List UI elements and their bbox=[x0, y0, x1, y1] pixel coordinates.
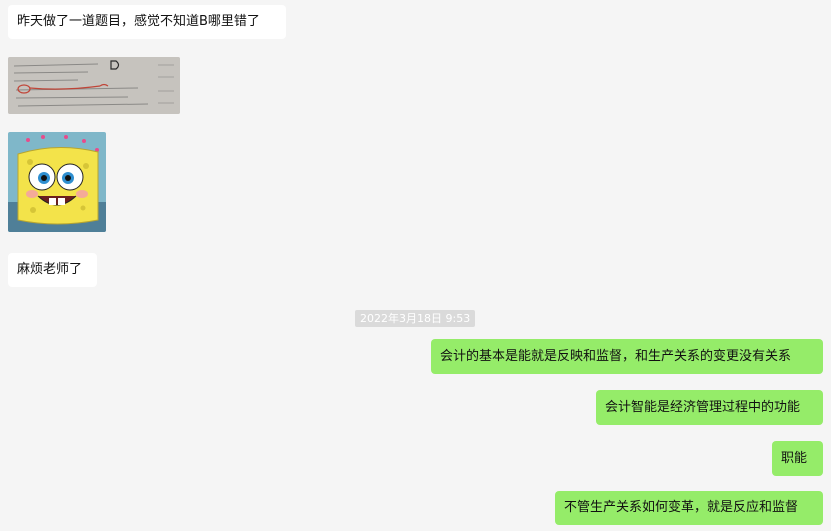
exam-question-image bbox=[8, 57, 180, 114]
spongebob-image bbox=[8, 132, 106, 232]
outgoing-message-bubble[interactable]: 会计智能是经济管理过程中的功能 bbox=[596, 390, 823, 425]
exam-question-photo[interactable] bbox=[8, 57, 180, 114]
outgoing-message-bubble[interactable]: 不管生产关系如何变革，就是反应和监督 bbox=[555, 491, 823, 525]
message-text: 昨天做了一道题目，感觉不知道B哪里错了 bbox=[17, 14, 260, 29]
message-text: 会计的基本是能就是反映和监督，和生产关系的变更没有关系 bbox=[440, 348, 792, 364]
incoming-message-bubble[interactable]: 麻烦老师了 bbox=[8, 253, 97, 287]
chat-window: 昨天做了一道题目，感觉不知道B哪里错了 麻烦老师了 2022年3月18日 9:5… bbox=[0, 0, 831, 531]
incoming-message-bubble[interactable]: 昨天做了一道题目，感觉不知道B哪里错了 bbox=[8, 5, 286, 39]
message-text: 不管生产关系如何变革，就是反应和监督 bbox=[564, 500, 799, 515]
message-timestamp: 2022年3月18日 9:53 bbox=[355, 310, 476, 327]
outgoing-message-bubble[interactable]: 会计的基本是能就是反映和监督，和生产关系的变更没有关系 bbox=[431, 339, 823, 374]
outgoing-message-bubble[interactable]: 职能 bbox=[772, 441, 823, 476]
message-text: 会计智能是经济管理过程中的功能 bbox=[605, 399, 801, 415]
spongebob-sticker[interactable] bbox=[8, 132, 106, 232]
message-text: 麻烦老师了 bbox=[17, 262, 83, 277]
message-text: 职能 bbox=[781, 450, 808, 466]
